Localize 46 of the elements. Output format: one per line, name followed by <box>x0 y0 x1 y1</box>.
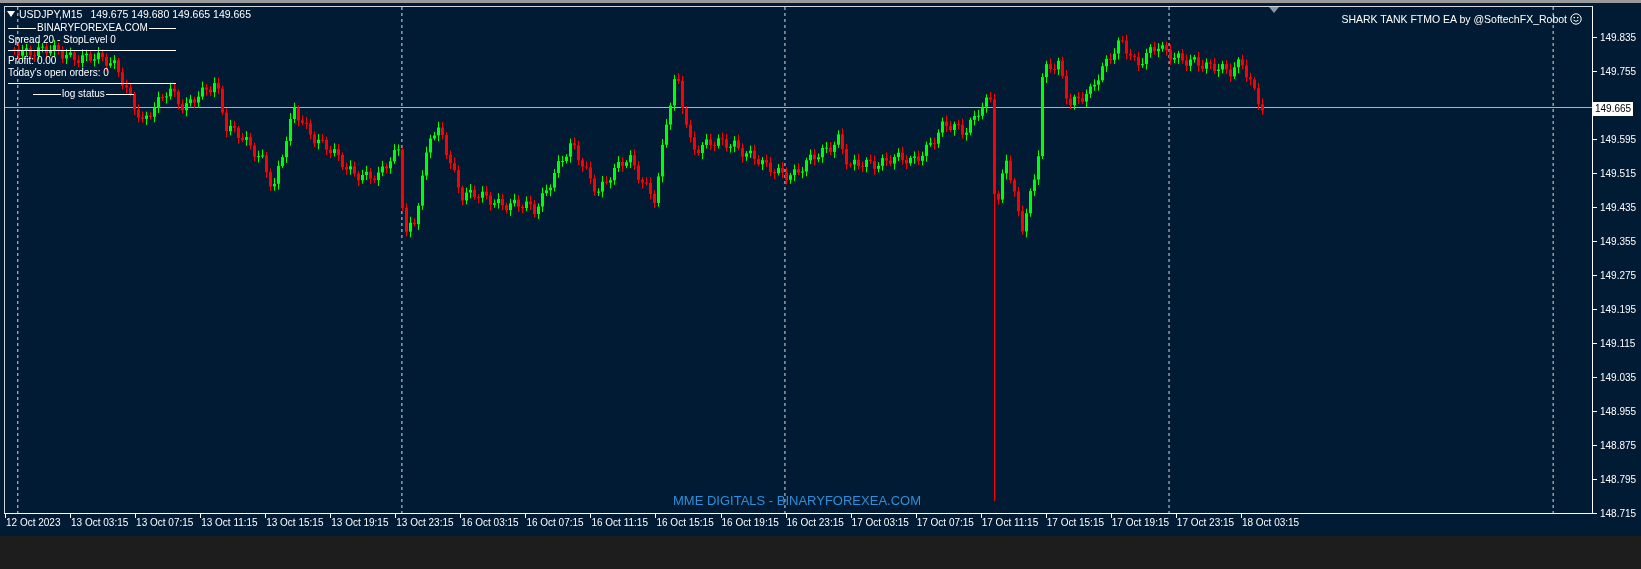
time-label: 16 Oct 19:15 <box>721 517 779 528</box>
time-label: 17 Oct 23:15 <box>1176 517 1235 528</box>
price-label: 148.875 <box>1600 440 1637 451</box>
time-label: 16 Oct 15:15 <box>656 517 714 528</box>
price-label: 148.955 <box>1600 406 1637 417</box>
price-label: 149.275 <box>1600 270 1637 281</box>
footer-label: MME DIGITALS - BINARYFOREXEA.COM <box>673 493 921 508</box>
shift-marker-icon[interactable] <box>1269 7 1279 13</box>
price-label: 149.355 <box>1600 236 1637 247</box>
time-label: 17 Oct 19:15 <box>1111 517 1170 528</box>
log-status-label: log status <box>62 88 105 100</box>
price-label: 149.595 <box>1600 134 1637 145</box>
price-label: 149.195 <box>1600 304 1637 315</box>
dropdown-icon[interactable] <box>7 11 15 17</box>
time-label: 13 Oct 23:15 <box>396 517 454 528</box>
time-label: 16 Oct 23:15 <box>786 517 844 528</box>
price-label: 149.435 <box>1600 202 1637 213</box>
time-label: 13 Oct 15:15 <box>266 517 324 528</box>
time-label: 13 Oct 11:15 <box>201 517 258 528</box>
time-label: 17 Oct 15:15 <box>1046 517 1104 528</box>
smiley-icon <box>1570 13 1582 25</box>
price-label: 148.795 <box>1600 474 1637 485</box>
time-label: 17 Oct 07:15 <box>916 517 974 528</box>
spread-label: Spread 20 - StopLevel 0 <box>8 34 117 46</box>
symbol-label: USDJPY,M15 <box>19 8 83 20</box>
time-label: 12 Oct 2023 <box>6 517 61 528</box>
open-orders-label: Today's open orders: 0 <box>8 67 110 79</box>
price-label: 149.035 <box>1600 372 1637 383</box>
time-label: 16 Oct 11:15 <box>591 517 648 528</box>
ea-label: SHARK TANK FTMO EA by @SoftechFX_Robot <box>1341 13 1567 25</box>
brand-label: BINARYFOREXEA.COM <box>37 22 148 34</box>
time-label: 17 Oct 03:15 <box>851 517 909 528</box>
price-label: 149.835 <box>1600 32 1637 43</box>
price-label: 149.115 <box>1600 338 1636 349</box>
time-label: 16 Oct 03:15 <box>461 517 519 528</box>
current-price-tag: 149.665 <box>1593 102 1634 116</box>
price-label: 148.715 <box>1600 508 1637 519</box>
time-label: 13 Oct 03:15 <box>71 517 129 528</box>
time-label: 13 Oct 19:15 <box>331 517 389 528</box>
time-label: 18 Oct 03:15 <box>1241 517 1300 528</box>
ohlc-label: 149.675 149.680 149.665 149.665 <box>90 8 251 20</box>
time-label: 17 Oct 11:15 <box>981 517 1039 528</box>
time-label: 13 Oct 07:15 <box>136 517 194 528</box>
price-label: 149.515 <box>1600 168 1637 179</box>
price-label: 149.755 <box>1600 66 1637 77</box>
time-label: 16 Oct 07:15 <box>526 517 584 528</box>
